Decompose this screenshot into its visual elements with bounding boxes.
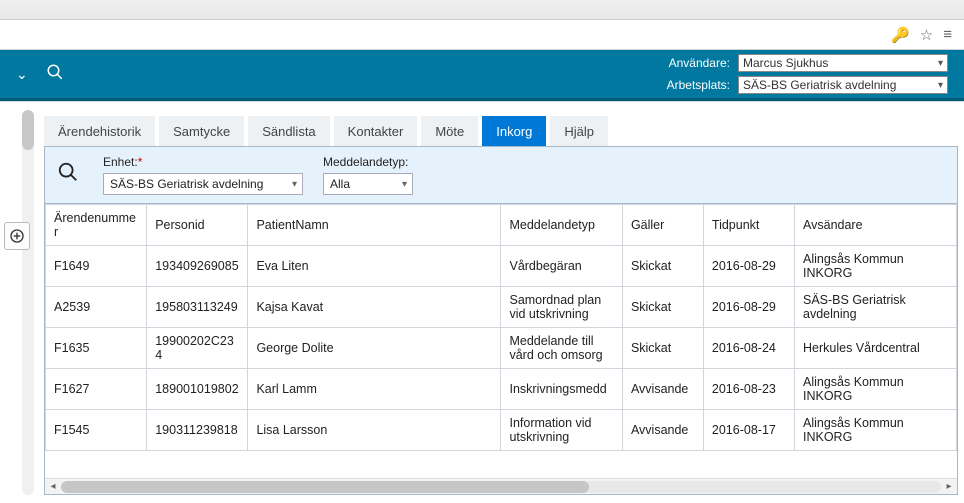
cell: Alingsås Kommun INKORG [795,410,957,451]
cell: Vårdbegäran [501,246,622,287]
browser-toolbar: 🔑 ☆ ≡ [0,20,964,50]
inbox-panel: Enhet:* SÄS-BS Geriatrisk avdelning Medd… [44,146,958,495]
cell: 2016-08-29 [703,246,794,287]
cell: Meddelande till vård och omsorg [501,328,622,369]
col-tidpunkt[interactable]: Tidpunkt [703,205,794,246]
left-scrollbar[interactable] [22,110,34,495]
key-icon[interactable]: 🔑 [891,26,910,44]
scroll-left-icon[interactable]: ◂ [45,481,61,492]
scrollbar-thumb[interactable] [22,110,34,150]
cell: F1627 [46,369,147,410]
cell: Karl Lamm [248,369,501,410]
unit-filter-value: SÄS-BS Geriatrisk avdelning [110,177,263,191]
workplace-select[interactable]: SÄS-BS Geriatrisk avdelning [738,76,948,94]
user-select-value: Marcus Sjukhus [743,56,828,70]
hscroll-track[interactable] [61,481,941,493]
cell: 2016-08-23 [703,369,794,410]
cell: Skickat [622,246,703,287]
tab-hjalp[interactable]: Hjälp [550,116,608,146]
col-arendenummer[interactable]: Ärendenummer [46,205,147,246]
col-personid[interactable]: Personid [147,205,248,246]
cell: 2016-08-17 [703,410,794,451]
cell: 2016-08-29 [703,287,794,328]
msgtype-filter-label: Meddelandetyp: [323,155,413,169]
table-row[interactable]: F163519900202C234George DoliteMeddelande… [46,328,957,369]
cell: 2016-08-24 [703,328,794,369]
workplace-select-value: SÄS-BS Geriatrisk avdelning [743,78,896,92]
cell: Samordnad plan vid utskrivning [501,287,622,328]
workplace-label: Arbetsplats: [650,78,730,92]
col-patientnamn[interactable]: PatientNamn [248,205,501,246]
col-meddelandetyp[interactable]: Meddelandetyp [501,205,622,246]
filter-bar: Enhet:* SÄS-BS Geriatrisk avdelning Medd… [45,147,957,204]
user-label: Användare: [650,56,730,70]
msgtype-filter-value: Alla [330,177,350,191]
cell: A2539 [46,287,147,328]
add-button[interactable] [4,222,30,250]
tab-arendehistorik[interactable]: Ärendehistorik [44,116,155,146]
browser-tab-strip [0,0,964,20]
cell: F1635 [46,328,147,369]
chevron-down-icon[interactable]: ⌄ [16,66,28,83]
col-galler[interactable]: Gäller [622,205,703,246]
tab-bar: Ärendehistorik Samtycke Sändlista Kontak… [44,116,958,146]
table-row[interactable]: F1545190311239818Lisa LarssonInformation… [46,410,957,451]
cell: Skickat [622,287,703,328]
hscroll-thumb[interactable] [61,481,589,493]
table-row[interactable]: A2539195803113249Kajsa KavatSamordnad pl… [46,287,957,328]
cell: 189001019802 [147,369,248,410]
cell: 19900202C234 [147,328,248,369]
tab-kontakter[interactable]: Kontakter [334,116,418,146]
tab-sandlista[interactable]: Sändlista [248,116,329,146]
table-header-row: Ärendenummer Personid PatientNamn Meddel… [46,205,957,246]
cell: F1649 [46,246,147,287]
cell: Eva Liten [248,246,501,287]
cell: Alingsås Kommun INKORG [795,369,957,410]
cell: Avvisande [622,369,703,410]
cell: Skickat [622,328,703,369]
cell: Kajsa Kavat [248,287,501,328]
scroll-right-icon[interactable]: ▸ [941,481,957,492]
cell: George Dolite [248,328,501,369]
cell: 190311239818 [147,410,248,451]
search-icon[interactable] [46,63,64,86]
cell: 195803113249 [147,287,248,328]
msgtype-filter-select[interactable]: Alla [323,173,413,195]
cell: SÄS-BS Geriatrisk avdelning [795,287,957,328]
filter-search-icon[interactable] [57,161,79,189]
table-row[interactable]: F1627189001019802Karl LammInskrivningsme… [46,369,957,410]
unit-filter-select[interactable]: SÄS-BS Geriatrisk avdelning [103,173,303,195]
cell: Herkules Vårdcentral [795,328,957,369]
star-icon[interactable]: ☆ [920,26,933,44]
unit-filter-label: Enhet:* [103,155,303,169]
tab-inkorg[interactable]: Inkorg [482,116,546,146]
cell: Alingsås Kommun INKORG [795,246,957,287]
inbox-table: Ärendenummer Personid PatientNamn Meddel… [45,204,957,451]
app-header: ⌄ Användare: Marcus Sjukhus Arbetsplats:… [0,50,964,98]
horizontal-scrollbar[interactable]: ◂ ▸ [45,478,957,494]
cell: F1545 [46,410,147,451]
tab-mote[interactable]: Möte [421,116,478,146]
user-select[interactable]: Marcus Sjukhus [738,54,948,72]
col-avsandare[interactable]: Avsändare [795,205,957,246]
table-row[interactable]: F1649193409269085Eva LitenVårdbegäranSki… [46,246,957,287]
cell: Lisa Larsson [248,410,501,451]
cell: 193409269085 [147,246,248,287]
tab-samtycke[interactable]: Samtycke [159,116,244,146]
hamburger-icon[interactable]: ≡ [943,26,952,43]
cell: Avvisande [622,410,703,451]
cell: Inskrivningsmedd [501,369,622,410]
cell: Information vid utskrivning [501,410,622,451]
